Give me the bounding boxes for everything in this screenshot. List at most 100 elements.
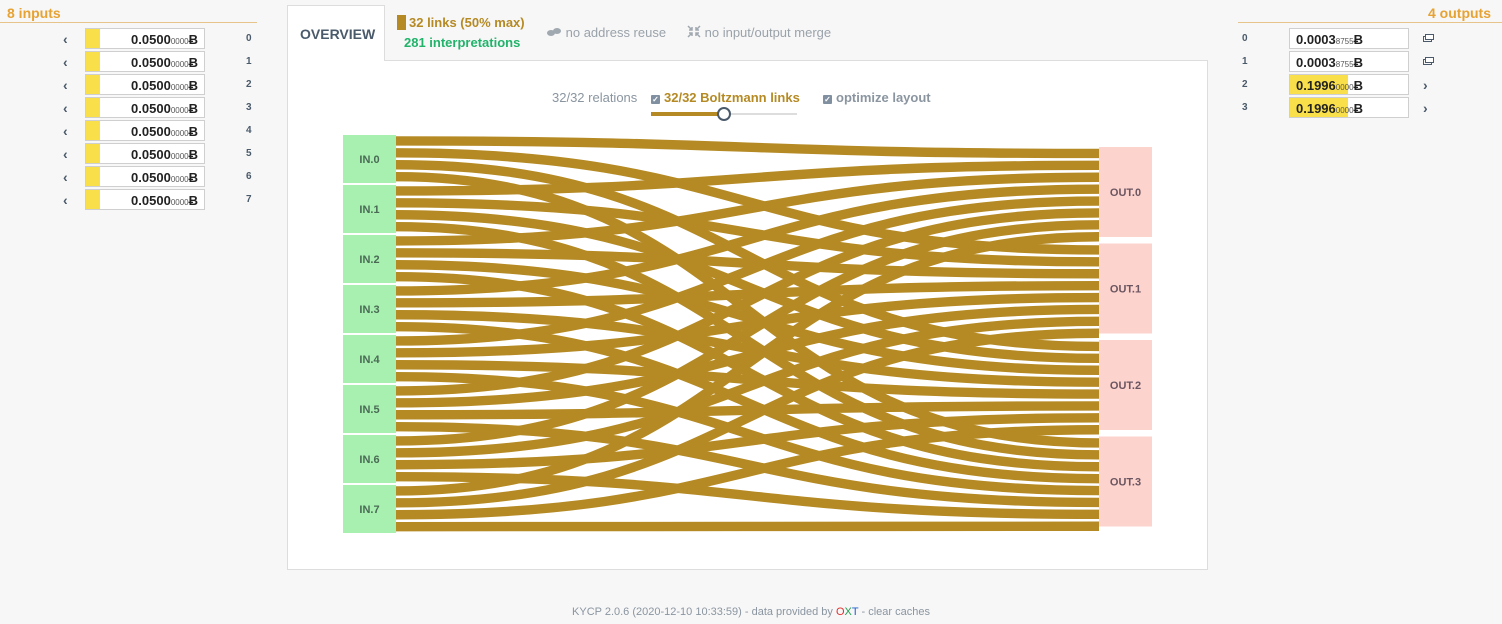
input-amount-bar bbox=[86, 29, 100, 48]
tab-overview-label: OVERVIEW bbox=[300, 26, 376, 42]
address-reuse-indicator: no address reuse bbox=[546, 25, 666, 40]
input-amount-box: 0.05000000Ƀ bbox=[85, 143, 205, 164]
inputs-heading: 8 inputs bbox=[7, 5, 61, 21]
version-text: KYCP 2.0.6 (2020-12-10 10:33:59) - data … bbox=[572, 606, 836, 618]
input-amount-bar bbox=[86, 144, 100, 163]
tab-overview[interactable]: OVERVIEW bbox=[287, 5, 385, 61]
output-row[interactable]: 2 0.19960000Ƀ › bbox=[1238, 74, 1502, 96]
boltzmann-toggle[interactable]: ✓ 32/32 Boltzmann links bbox=[651, 90, 800, 105]
output-row[interactable]: 3 0.19960000Ƀ › bbox=[1238, 97, 1502, 119]
input-amount-bar bbox=[86, 190, 100, 209]
links-count-label: 32 links (50% max) bbox=[409, 15, 525, 30]
brand-x: X bbox=[844, 606, 852, 618]
input-amount-bar bbox=[86, 75, 100, 94]
input-amount: 0.05000000Ƀ bbox=[131, 32, 198, 47]
links-summary: 32 links (50% max) bbox=[397, 15, 525, 30]
inputs-divider bbox=[0, 22, 257, 23]
input-index: 2 bbox=[246, 79, 252, 90]
input-amount: 0.05000000Ƀ bbox=[131, 193, 198, 208]
chevron-left-icon[interactable]: ‹ bbox=[63, 123, 68, 139]
input-row[interactable]: ‹ 0.05000000Ƀ 6 bbox=[0, 166, 260, 188]
output-amount: 0.00038755Ƀ bbox=[1296, 55, 1363, 70]
io-merge-label: no input/output merge bbox=[704, 25, 832, 40]
input-amount: 0.05000000Ƀ bbox=[131, 170, 198, 185]
input-row[interactable]: ‹ 0.05000000Ƀ 0 bbox=[0, 28, 260, 50]
input-index: 1 bbox=[246, 56, 252, 67]
io-merge-indicator: no input/output merge bbox=[687, 25, 831, 40]
link-off-icon bbox=[547, 28, 561, 36]
relations-toggle[interactable]: 32/32 relations bbox=[552, 90, 637, 105]
chevron-left-icon[interactable]: ‹ bbox=[63, 100, 68, 116]
input-amount: 0.05000000Ƀ bbox=[131, 147, 198, 162]
output-row[interactable]: 0 0.00038755Ƀ bbox=[1238, 28, 1502, 50]
input-amount: 0.05000000Ƀ bbox=[131, 78, 198, 93]
output-index: 3 bbox=[1242, 102, 1248, 113]
output-index: 1 bbox=[1242, 56, 1248, 67]
input-row[interactable]: ‹ 0.05000000Ƀ 5 bbox=[0, 143, 260, 165]
input-index: 3 bbox=[246, 102, 252, 113]
input-amount-bar bbox=[86, 167, 100, 186]
footer-separator: - bbox=[858, 606, 869, 618]
input-amount-box: 0.05000000Ƀ bbox=[85, 189, 205, 210]
input-amount-box: 0.05000000Ƀ bbox=[85, 166, 205, 187]
input-row[interactable]: ‹ 0.05000000Ƀ 1 bbox=[0, 51, 260, 73]
optimize-checkbox[interactable]: ✓ bbox=[823, 95, 832, 104]
chevron-right-icon[interactable]: › bbox=[1423, 77, 1428, 93]
input-index: 4 bbox=[246, 125, 252, 136]
output-row[interactable]: 1 0.00038755Ƀ bbox=[1238, 51, 1502, 73]
chevron-left-icon[interactable]: ‹ bbox=[63, 31, 68, 47]
input-row[interactable]: ‹ 0.05000000Ƀ 3 bbox=[0, 97, 260, 119]
output-amount: 0.19960000Ƀ bbox=[1296, 78, 1363, 93]
chevron-left-icon[interactable]: ‹ bbox=[63, 77, 68, 93]
outputs-divider bbox=[1238, 22, 1502, 23]
merge-arrows-icon bbox=[687, 25, 701, 38]
input-amount-box: 0.05000000Ƀ bbox=[85, 51, 205, 72]
input-amount-box: 0.05000000Ƀ bbox=[85, 74, 205, 95]
outputs-heading: 4 outputs bbox=[1428, 5, 1491, 21]
output-amount: 0.00038755Ƀ bbox=[1296, 32, 1363, 47]
input-row[interactable]: ‹ 0.05000000Ƀ 2 bbox=[0, 74, 260, 96]
output-amount: 0.19960000Ƀ bbox=[1296, 101, 1363, 116]
input-amount-box: 0.05000000Ƀ bbox=[85, 97, 205, 118]
slider-handle[interactable] bbox=[717, 107, 731, 121]
input-amount: 0.05000000Ƀ bbox=[131, 55, 198, 70]
input-amount: 0.05000000Ƀ bbox=[131, 101, 198, 116]
chevron-left-icon[interactable]: ‹ bbox=[63, 146, 68, 162]
chevron-right-icon[interactable]: › bbox=[1423, 100, 1428, 116]
chevron-left-icon[interactable]: ‹ bbox=[63, 54, 68, 70]
output-index: 2 bbox=[1242, 79, 1248, 90]
address-reuse-label: no address reuse bbox=[565, 25, 667, 40]
input-amount-bar bbox=[86, 98, 100, 117]
footer: KYCP 2.0.6 (2020-12-10 10:33:59) - data … bbox=[0, 606, 1502, 618]
clear-caches-link[interactable]: clear caches bbox=[868, 606, 930, 618]
output-index: 0 bbox=[1242, 33, 1248, 44]
input-amount-bar bbox=[86, 121, 100, 140]
output-amount-box: 0.19960000Ƀ bbox=[1289, 74, 1409, 95]
input-row[interactable]: ‹ 0.05000000Ƀ 4 bbox=[0, 120, 260, 142]
overview-panel bbox=[287, 60, 1208, 570]
input-index: 7 bbox=[246, 194, 252, 205]
input-amount-box: 0.05000000Ƀ bbox=[85, 120, 205, 141]
optimize-label: optimize layout bbox=[836, 90, 931, 105]
input-amount-bar bbox=[86, 52, 100, 71]
input-amount: 0.05000000Ƀ bbox=[131, 124, 198, 139]
brand-o: O bbox=[835, 606, 845, 618]
input-amount-box: 0.05000000Ƀ bbox=[85, 28, 205, 49]
input-index: 0 bbox=[246, 33, 252, 44]
chevron-left-icon[interactable]: ‹ bbox=[63, 169, 68, 185]
stack-icon[interactable] bbox=[1423, 56, 1434, 66]
output-amount-box: 0.00038755Ƀ bbox=[1289, 28, 1409, 49]
link-swatch bbox=[397, 15, 406, 30]
input-index: 5 bbox=[246, 148, 252, 159]
input-row[interactable]: ‹ 0.05000000Ƀ 7 bbox=[0, 189, 260, 211]
interpretations-label: 281 interpretations bbox=[404, 35, 521, 50]
boltzmann-slider[interactable] bbox=[651, 107, 797, 121]
boltzmann-label: 32/32 Boltzmann links bbox=[664, 90, 800, 105]
chevron-left-icon[interactable]: ‹ bbox=[63, 192, 68, 208]
optimize-toggle[interactable]: ✓ optimize layout bbox=[823, 90, 931, 105]
output-amount-box: 0.19960000Ƀ bbox=[1289, 97, 1409, 118]
stack-icon[interactable] bbox=[1423, 33, 1434, 43]
output-amount-box: 0.00038755Ƀ bbox=[1289, 51, 1409, 72]
input-index: 6 bbox=[246, 171, 252, 182]
boltzmann-checkbox[interactable]: ✓ bbox=[651, 95, 660, 104]
